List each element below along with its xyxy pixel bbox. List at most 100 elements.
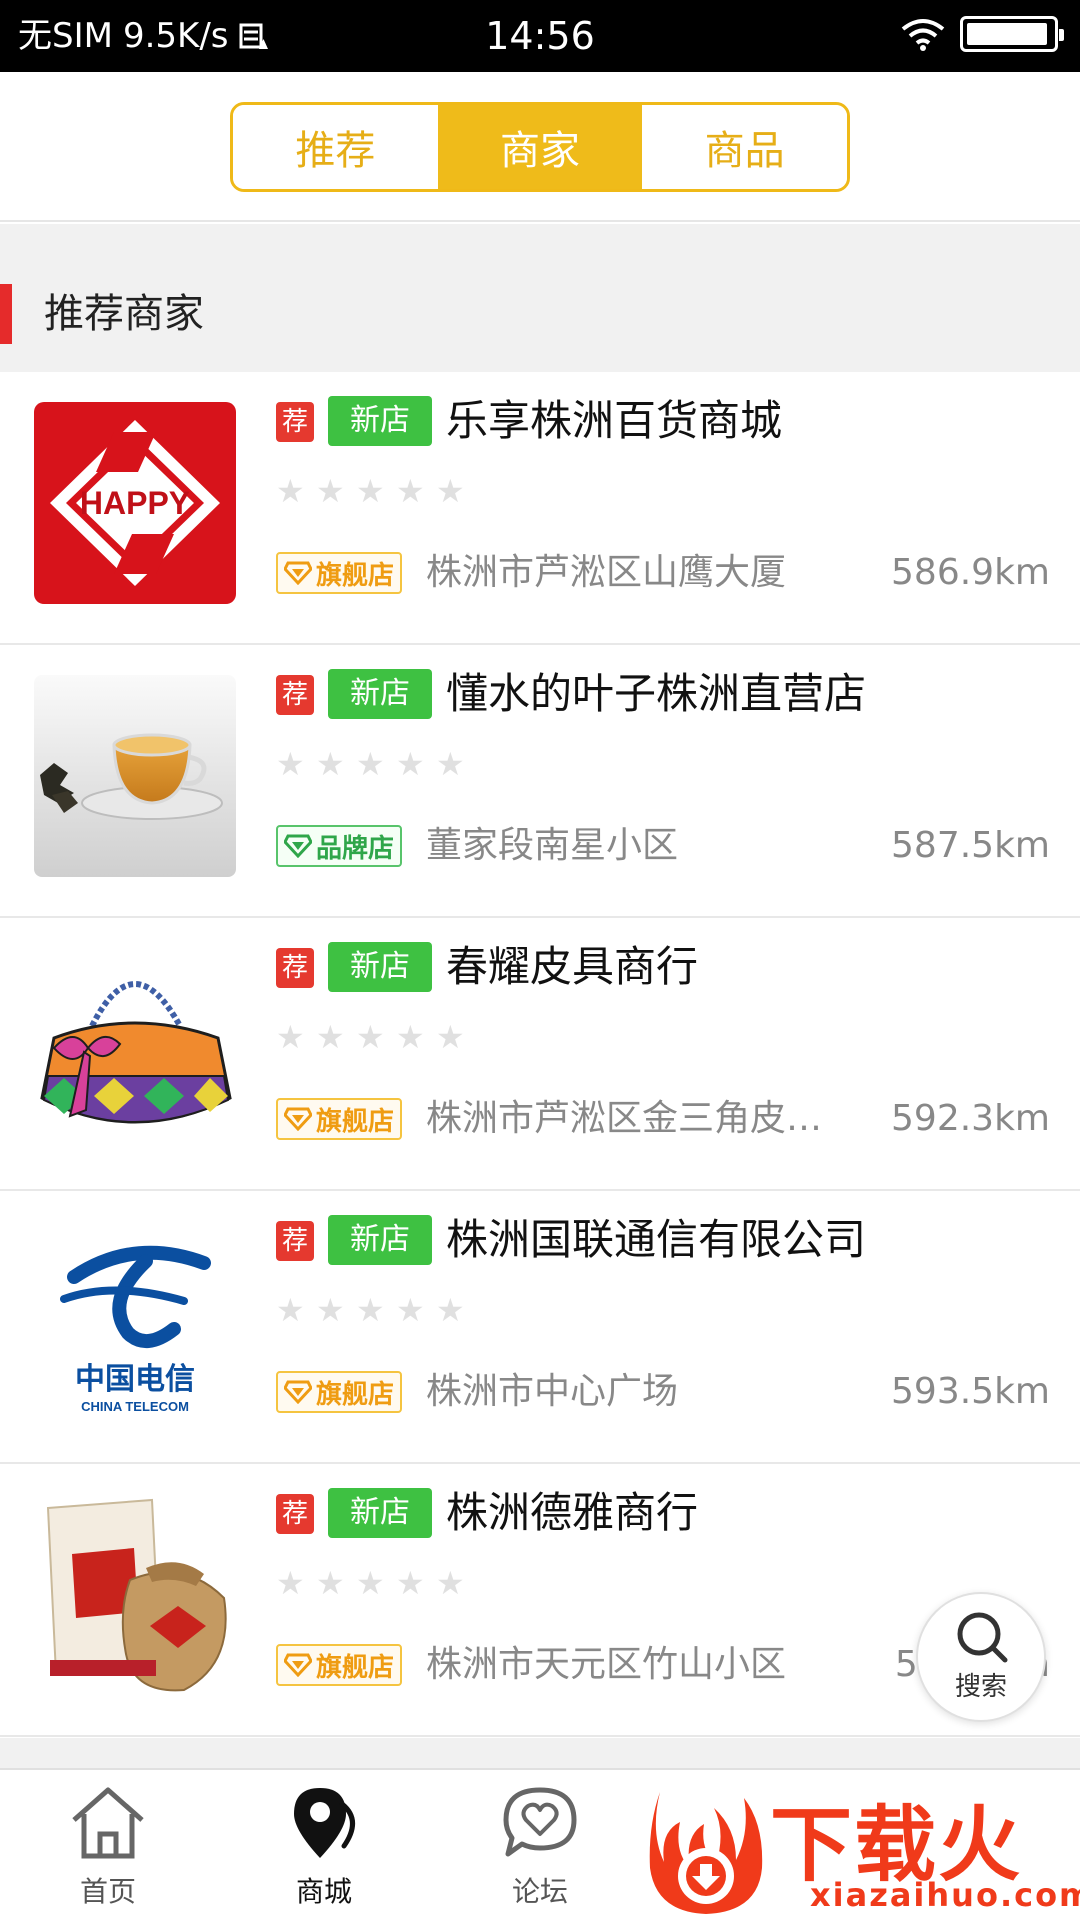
rating-stars: ★ ★ ★ ★ ★: [276, 745, 466, 783]
chat-heart-icon: [503, 1787, 577, 1857]
shop-address: 董家段南星小区: [426, 825, 679, 866]
tab-recommend[interactable]: 推荐: [233, 105, 438, 189]
china-telecom-logo-thumbnail: 中国电信 CHINA TELECOM: [34, 1221, 236, 1423]
nav-home-label: 首页: [79, 1875, 136, 1908]
new-store-tag: 新店: [328, 669, 432, 719]
section-marker: [0, 284, 12, 344]
bottom-gap: [0, 1738, 1080, 1768]
shop-name: 株洲国联通信有限公司: [446, 1215, 867, 1264]
new-store-tag: 新店: [328, 942, 432, 992]
svg-text:中国电信: 中国电信: [75, 1362, 195, 1397]
store-type-badge: 旗舰店: [276, 1098, 403, 1140]
wifi-icon: [901, 19, 945, 51]
search-icon: [957, 1612, 1008, 1662]
new-store-tag: 新店: [328, 396, 432, 446]
recommend-tag: 荐: [276, 1221, 314, 1261]
shop-name: 乐享株洲百货商城: [446, 396, 783, 445]
store-type-label: 旗舰店: [316, 1652, 395, 1683]
shop-list: HAPPY 荐 新店 乐享株洲百货商城 ★ ★ ★ ★ ★ 旗舰店 株洲市芦淞区山鹰大厦…: [0, 372, 1080, 1737]
watermark-url: xiazaihuo.com: [810, 1876, 1080, 1914]
shop-list-item[interactable]: 荐 新店 春耀皮具商行 ★ ★ ★ ★ ★ 旗舰店 株洲市芦淞区金三角皮… 592.3k…: [0, 918, 1080, 1191]
diamond-icon: [284, 1380, 312, 1404]
nav-home[interactable]: 首页: [38, 1784, 178, 1914]
recommend-tag: 荐: [276, 402, 314, 442]
store-type-label: 旗舰店: [316, 1106, 395, 1137]
store-type-badge: 旗舰店: [276, 552, 403, 594]
star-icon: ★: [436, 1564, 465, 1602]
rating-stars: ★ ★ ★ ★ ★: [276, 1564, 466, 1602]
svg-text:CHINA TELECOM: CHINA TELECOM: [81, 1399, 189, 1414]
nav-mall[interactable]: 商城: [254, 1784, 394, 1914]
handbag-thumbnail: [34, 948, 236, 1150]
home-icon: [72, 1787, 144, 1859]
star-icon: ★: [316, 1018, 345, 1056]
star-icon: ★: [356, 1564, 385, 1602]
tab-merchants[interactable]: 商家: [437, 105, 643, 189]
rating-stars: ★ ★ ★ ★ ★: [276, 1291, 466, 1329]
star-icon: ★: [396, 745, 425, 783]
star-icon: ★: [316, 745, 345, 783]
star-icon: ★: [276, 472, 305, 510]
star-icon: ★: [316, 1564, 345, 1602]
shop-address: 株洲市中心广场: [426, 1371, 679, 1412]
tab-products[interactable]: 商品: [642, 105, 847, 189]
shop-name: 株洲德雅商行: [446, 1488, 699, 1537]
section-title: 推荐商家: [44, 291, 204, 337]
shop-list-item[interactable]: 中国电信 CHINA TELECOM 荐 新店 株洲国联通信有限公司 ★ ★ ★ ★ ★…: [0, 1191, 1080, 1464]
star-icon: ★: [396, 1018, 425, 1056]
diamond-icon: [284, 1653, 312, 1677]
shop-address: 株洲市天元区竹山小区: [426, 1644, 787, 1685]
status-right: [900, 16, 1064, 52]
happy-logo-thumbnail: HAPPY: [34, 402, 236, 604]
star-icon: ★: [316, 472, 345, 510]
store-type-label: 品牌店: [316, 833, 395, 864]
nav-forum-label: 论坛: [511, 1875, 568, 1908]
recommend-tag: 荐: [276, 1494, 314, 1534]
rating-stars: ★ ★ ★ ★ ★: [276, 472, 466, 510]
shop-distance: 586.9km: [891, 552, 1050, 593]
top-header: 推荐 商家 商品: [0, 72, 1080, 222]
diamond-icon: [284, 834, 312, 858]
shop-list-item[interactable]: 荐 新店 株洲德雅商行 ★★★★★ 旗舰店 株洲市天元区竹山小区 593.?km: [0, 1464, 1080, 1737]
search-label: 搜索: [954, 1671, 1007, 1702]
star-icon: ★: [396, 1564, 425, 1602]
star-icon: ★: [436, 1018, 465, 1056]
star-icon: ★: [436, 745, 465, 783]
diamond-icon: [284, 1107, 312, 1131]
map-pin-icon: [294, 1788, 355, 1858]
shop-distance: 592.3km: [891, 1098, 1050, 1139]
liquor-bottle-thumbnail: [34, 1494, 236, 1696]
new-store-tag: 新店: [328, 1215, 432, 1265]
shop-list-item[interactable]: 荐 新店 懂水的叶子株洲直营店 ★ ★ ★ ★ ★ 品牌店 董家段南星小区 587.5k…: [0, 645, 1080, 918]
star-icon: ★: [276, 1018, 305, 1056]
floating-search-button[interactable]: 搜索: [916, 1592, 1046, 1722]
star-icon: ★: [356, 1291, 385, 1329]
star-icon: ★: [276, 745, 305, 783]
battery-icon: [960, 16, 1064, 52]
nav-mall-label: 商城: [295, 1875, 352, 1908]
shop-distance: 593.5km: [891, 1371, 1050, 1412]
new-store-tag: 新店: [328, 1488, 432, 1538]
star-icon: ★: [316, 1291, 345, 1329]
svg-text:HAPPY: HAPPY: [80, 485, 190, 521]
segment-control: 推荐 商家 商品: [230, 102, 850, 192]
store-type-badge: 品牌店: [276, 825, 403, 867]
star-icon: ★: [356, 745, 385, 783]
star-icon: ★: [436, 1291, 465, 1329]
watermark-logo: 下载火 xiazaihuo.com: [640, 1772, 1080, 1920]
diamond-icon: [284, 561, 312, 585]
shop-name: 春耀皮具商行: [446, 942, 699, 991]
star-icon: ★: [396, 472, 425, 510]
store-type-label: 旗舰店: [316, 560, 395, 591]
recommend-tag: 荐: [276, 948, 314, 988]
star-icon: ★: [396, 1291, 425, 1329]
nav-forum[interactable]: 论坛: [470, 1784, 610, 1914]
status-bar: 无SIM 9.5K/s 14:56: [0, 0, 1080, 72]
section-header: 推荐商家: [0, 224, 1080, 372]
store-type-label: 旗舰店: [316, 1379, 395, 1410]
store-type-badge: 旗舰店: [276, 1644, 403, 1686]
shop-list-item[interactable]: HAPPY 荐 新店 乐享株洲百货商城 ★ ★ ★ ★ ★ 旗舰店 株洲市芦淞区山鹰大厦…: [0, 372, 1080, 645]
star-icon: ★: [276, 1291, 305, 1329]
shop-name: 懂水的叶子株洲直营店: [446, 669, 867, 718]
rating-stars: ★ ★ ★ ★ ★: [276, 1018, 466, 1056]
